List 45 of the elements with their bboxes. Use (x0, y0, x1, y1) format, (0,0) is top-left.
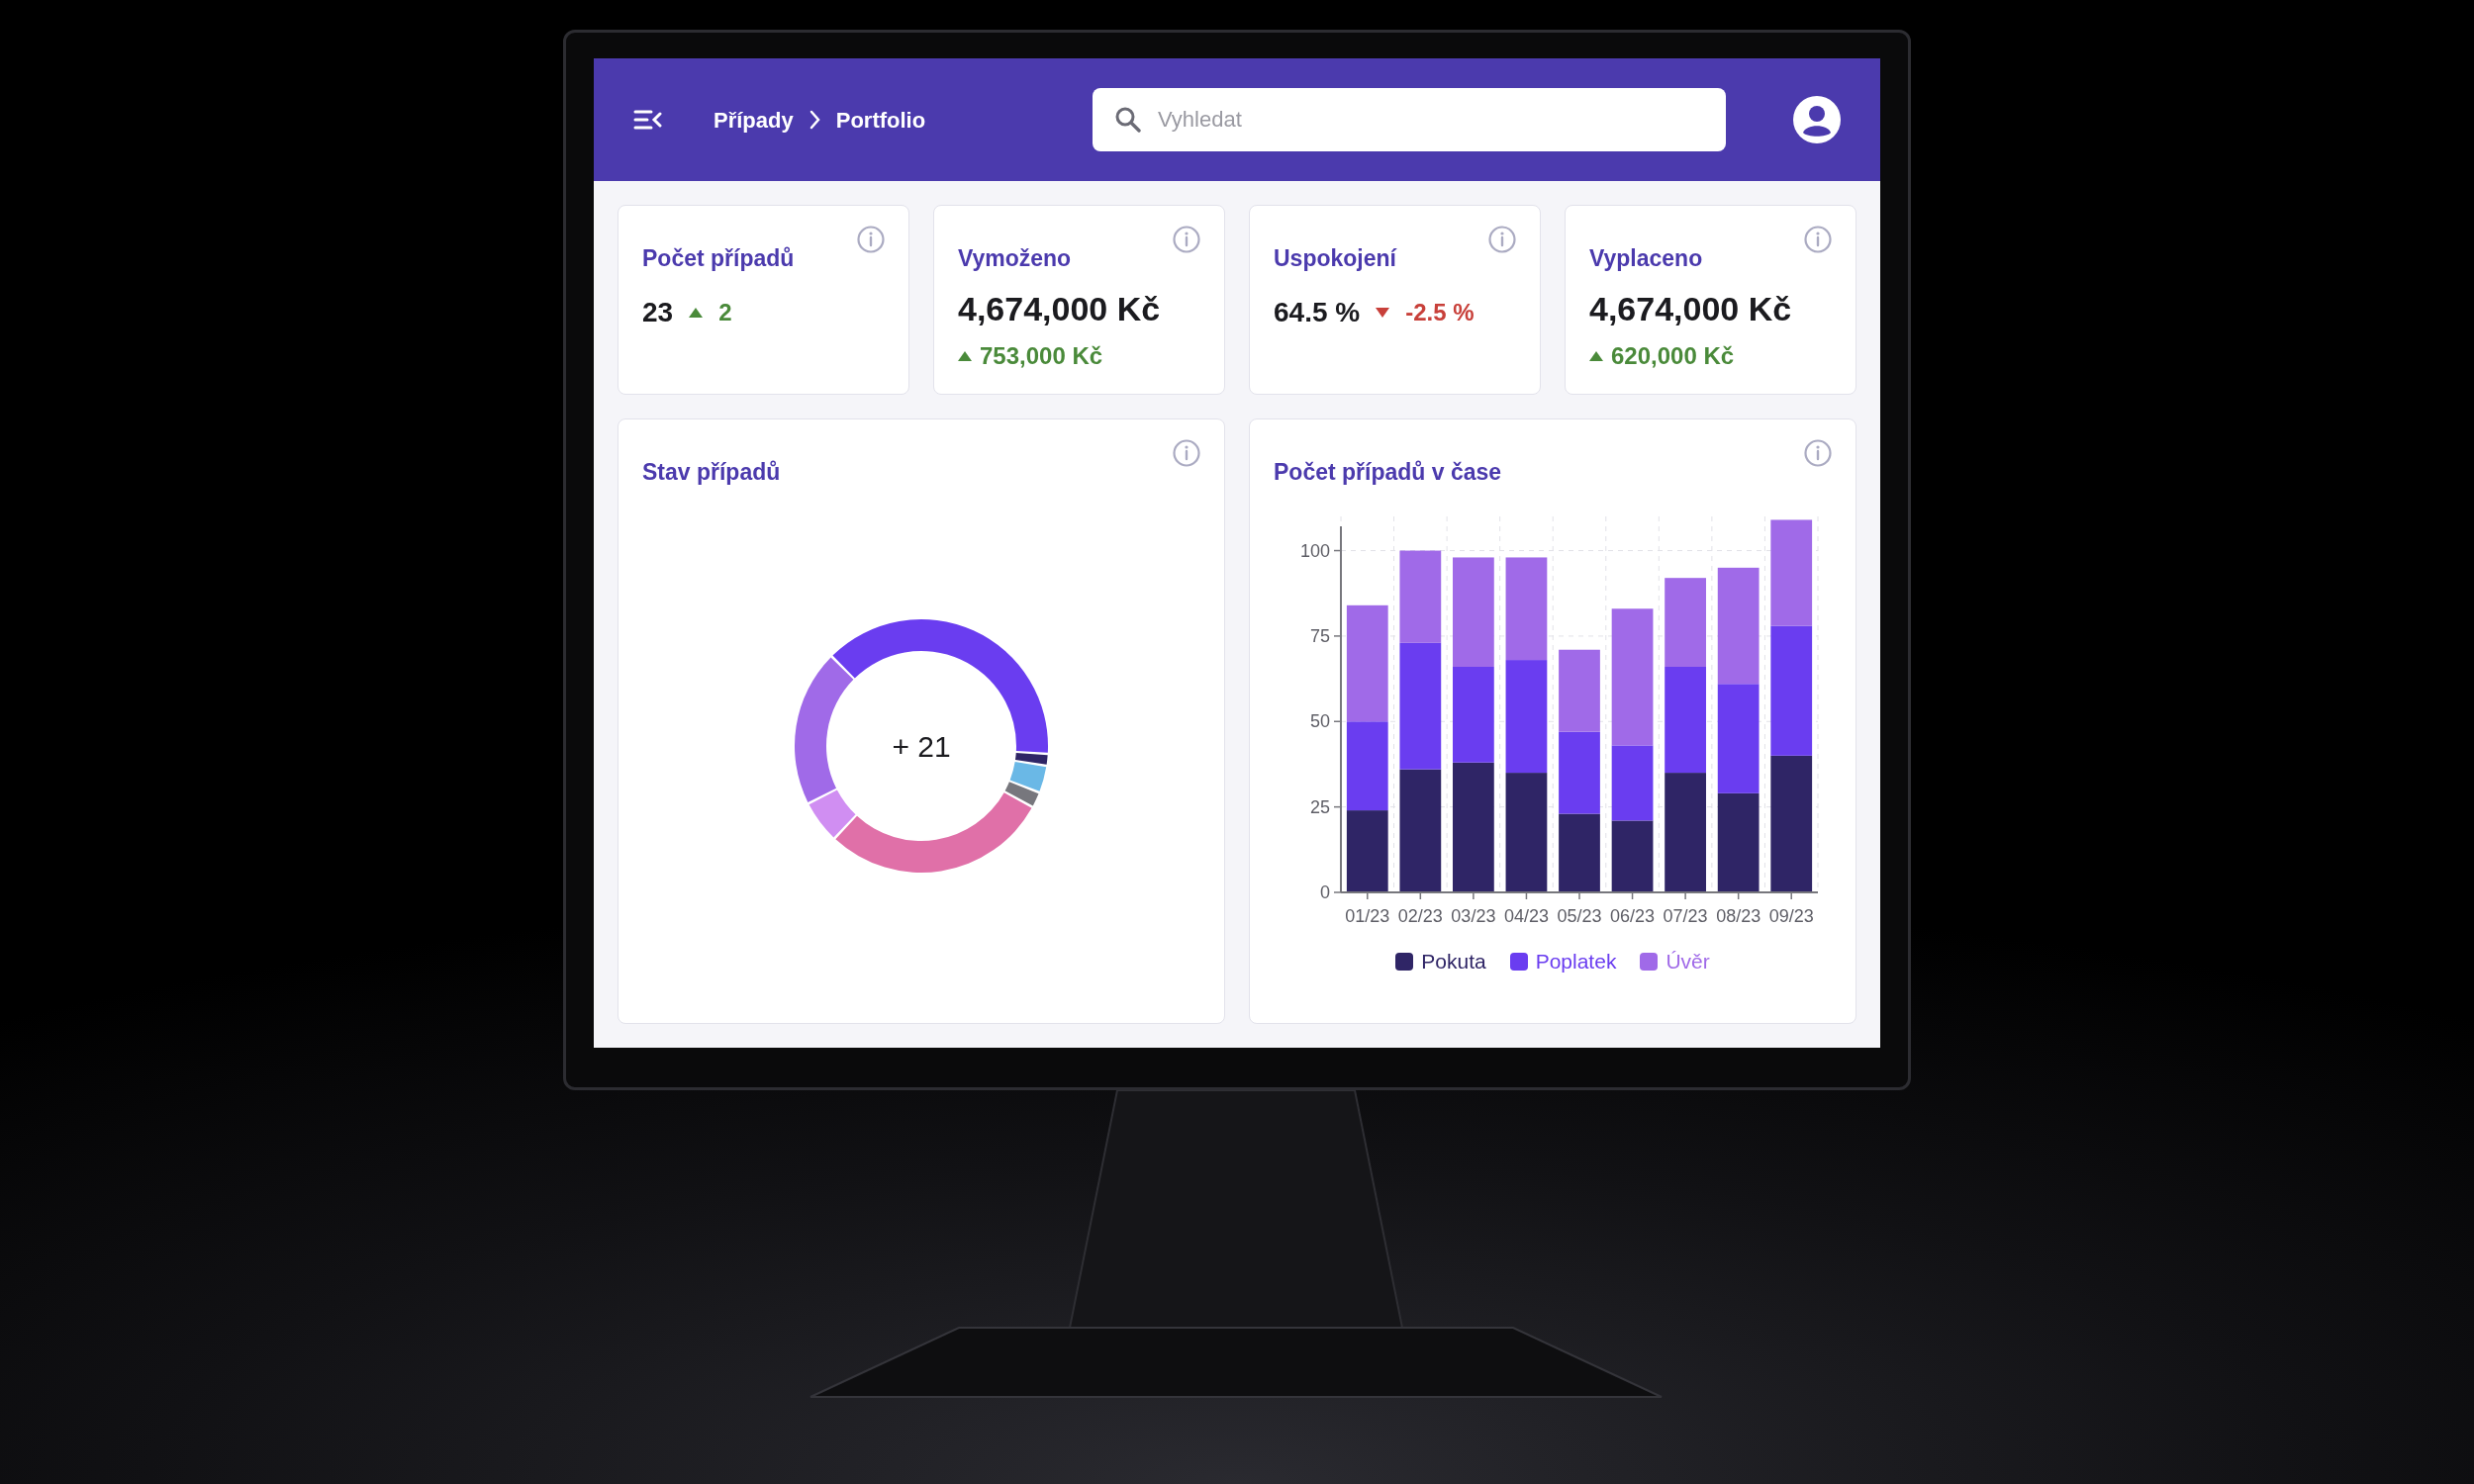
info-icon[interactable] (1173, 438, 1200, 467)
panel-title: Uspokojení (1274, 244, 1396, 273)
legend-label: Úvěr (1665, 949, 1710, 974)
axis-category-label: 08/23 (1716, 906, 1761, 926)
axis-category-label: 02/23 (1397, 906, 1443, 926)
breadcrumb-link[interactable]: Případy (714, 103, 794, 137)
stat-delta: 620,000 Kč (1611, 340, 1735, 371)
axis-tick-label: 50 (1309, 711, 1330, 732)
chevron-icon (809, 110, 820, 130)
breadcrumb-current: Portfolio (835, 106, 926, 135)
stat-value: 4,674,000 Kč (958, 288, 1162, 329)
stat-delta: 2 (718, 297, 732, 327)
stat-value: 64.5 % (1274, 295, 1361, 329)
legend-label: Poplatek (1535, 949, 1617, 974)
search-icon (1114, 106, 1141, 133)
axis-category-label: 04/23 (1503, 906, 1549, 926)
axis-category-label: 05/23 (1557, 906, 1602, 926)
axis-tick-label: 100 (1299, 540, 1330, 561)
panel-title: Vyplaceno (1589, 244, 1703, 273)
info-icon[interactable] (1488, 226, 1516, 253)
panel-title: Stav případů (642, 457, 781, 487)
info-icon[interactable] (1804, 226, 1832, 253)
axis-category-label: 09/23 (1768, 906, 1814, 926)
axis-tick-label: 25 (1309, 796, 1330, 817)
info-icon[interactable] (1804, 438, 1832, 467)
info-icon[interactable] (857, 226, 885, 253)
donut-center-label: + 21 (892, 730, 951, 763)
user-avatar-icon[interactable] (1793, 96, 1841, 143)
axis-category-label: 07/23 (1663, 906, 1708, 926)
axis-tick-label: 0 (1320, 882, 1330, 902)
stat-value: 4,674,000 Kč (1589, 288, 1793, 329)
axis-tick-label: 75 (1309, 625, 1330, 646)
axis-category-label: 03/23 (1451, 906, 1496, 926)
stat-delta: 753,000 Kč (980, 340, 1103, 371)
panel-title: Vymoženo (958, 244, 1072, 273)
stat-value: 23 (642, 295, 674, 329)
panel-title: Počet případů (642, 244, 795, 273)
info-icon[interactable] (1173, 226, 1200, 253)
menu-icon[interactable] (633, 109, 662, 131)
legend-label: Pokuta (1421, 949, 1486, 974)
axis-category-label: 06/23 (1610, 906, 1656, 926)
search-field[interactable]: Vyhledat (1093, 88, 1726, 151)
panel-title: Počet případů v čase (1274, 457, 1502, 487)
axis-category-label: 01/23 (1345, 906, 1390, 926)
stat-delta: -2.5 % (1405, 297, 1475, 327)
